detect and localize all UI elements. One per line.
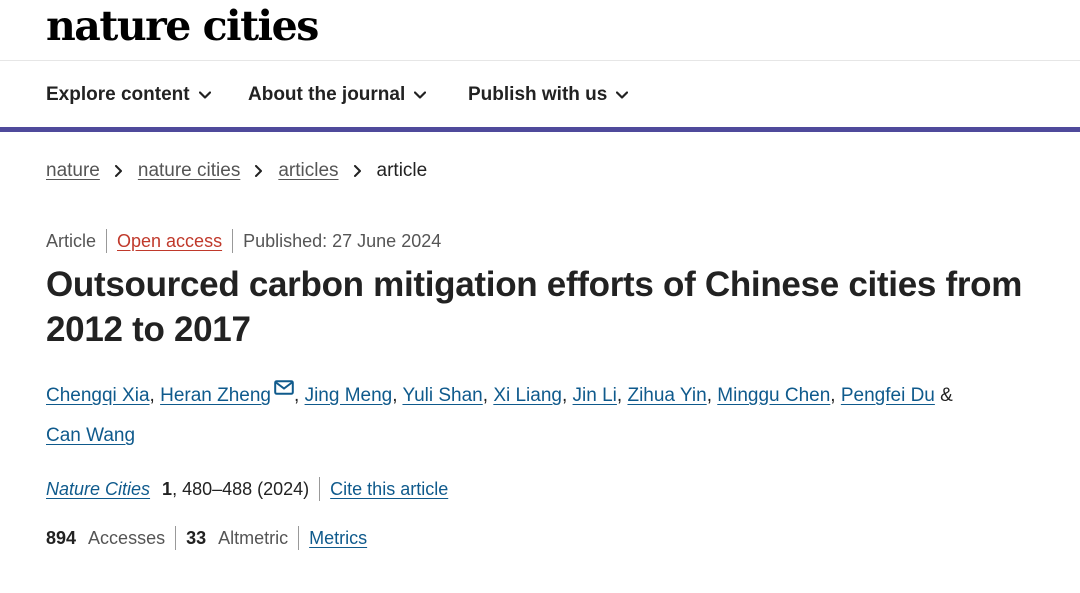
chevron-right-icon [255,165,263,177]
site-header: nature cities [0,0,1080,61]
breadcrumb-nature-cities[interactable]: nature cities [138,160,240,182]
author-separator: , [482,385,494,406]
altmetric-score: 33 [186,527,207,548]
author-separator: , [706,385,718,406]
meta-divider [232,229,234,253]
open-access-link[interactable]: Open access [117,231,222,252]
metrics-link[interactable]: Metrics [309,528,367,549]
nav-item-label: Publish with us [468,84,608,105]
article-title: Outsourced carbon mitigation efforts of … [46,265,1023,349]
chevron-right-icon [114,165,122,177]
author-separator: , [830,385,841,406]
metrics-divider [175,526,177,550]
author-separator: , [561,385,573,406]
author-separator: , [294,385,305,406]
envelope-icon[interactable] [274,380,294,395]
chevron-right-icon [353,165,361,177]
accesses-label: Accesses [88,527,166,548]
author-link[interactable]: Jin Li [573,385,617,406]
volume-number: 1 [162,478,173,499]
altmetric-label: Altmetric [218,527,289,548]
nav-publish-with-us[interactable]: Publish with us [468,84,629,106]
nav-item-label: About the journal [248,84,406,105]
author-separator: & [934,385,953,406]
chevron-down-icon [616,91,629,99]
accesses-count: 894 [46,527,77,548]
author-list: Chengqi Xia, Heran Zheng, Jing Meng, Yul… [46,376,1046,456]
journal-logo[interactable]: nature cities [46,2,319,50]
nav-about-journal[interactable]: About the journal [248,84,427,106]
author-link[interactable]: Jing Meng [305,385,393,406]
main-nav: Explore content About the journal Publis… [0,61,1080,127]
article-type: Article [46,230,97,251]
chevron-down-icon [414,91,427,99]
pages-year: , 480–488 (2024) [172,478,310,499]
author-link[interactable]: Can Wang [46,425,135,446]
journal-link[interactable]: Nature Cities [46,479,150,500]
author-link[interactable]: Xi Liang [493,385,562,406]
metrics-line: 894 Accesses 33 Altmetric Metrics [46,526,367,550]
author-link[interactable]: Minggu Chen [717,385,830,406]
article-meta: Article Open access Published: 27 June 2… [46,229,441,253]
author-link[interactable]: Pengfei Du [841,385,935,406]
breadcrumb-nature[interactable]: nature [46,160,100,182]
published-date: Published: 27 June 2024 [243,230,442,251]
cite-this-article-link[interactable]: Cite this article [330,479,448,500]
metrics-divider [298,526,300,550]
breadcrumb-articles[interactable]: articles [278,160,338,182]
chevron-down-icon [198,91,211,99]
author-link[interactable]: Yuli Shan [402,385,482,406]
citation-divider [319,477,321,501]
author-separator: , [149,385,161,406]
nav-divider [0,127,1080,132]
author-separator: , [616,385,628,406]
nav-explore-content[interactable]: Explore content [46,84,211,106]
author-link[interactable]: Heran Zheng [160,385,271,406]
author-link[interactable]: Zihua Yin [627,385,706,406]
author-link[interactable]: Chengqi Xia [46,385,150,406]
citation-line: Nature Cities 1 , 480–488 (2024) Cite th… [46,477,448,501]
breadcrumb-current: article [376,160,428,181]
meta-divider [106,229,108,253]
author-separator: , [392,385,403,406]
breadcrumb: nature nature cities articles article [46,160,427,182]
nav-item-label: Explore content [46,84,190,105]
